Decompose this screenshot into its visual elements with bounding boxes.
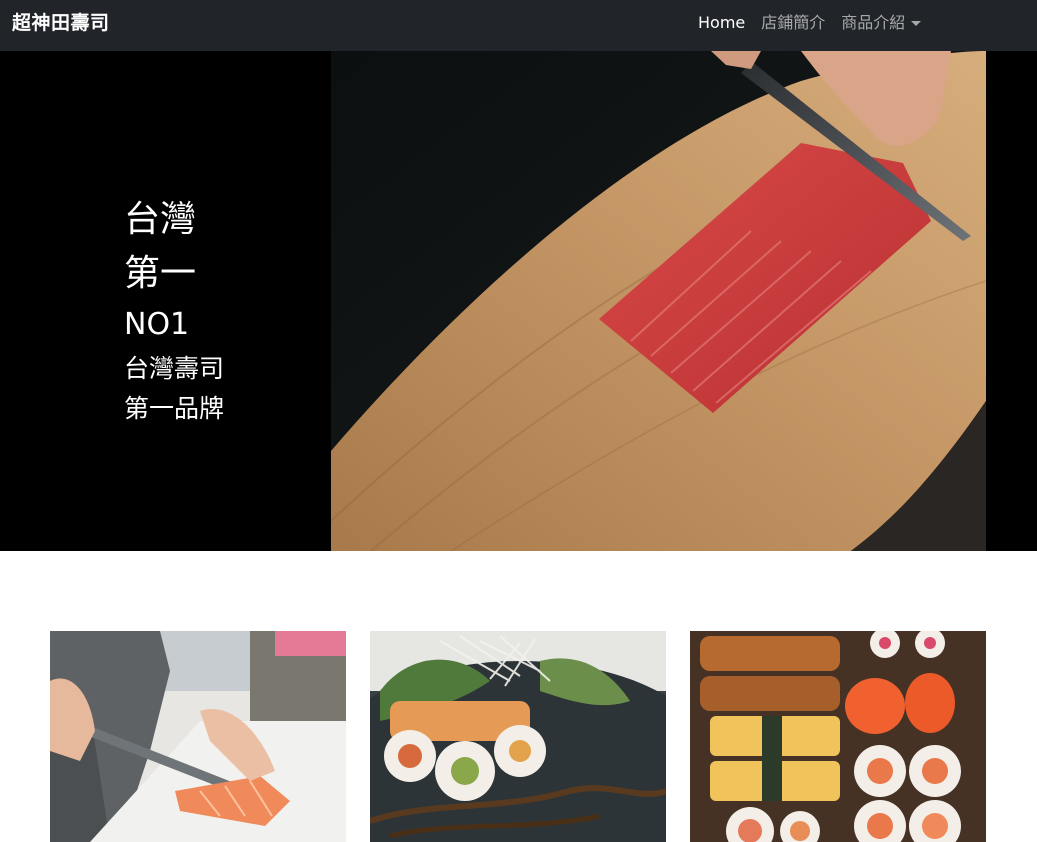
nav-links: Home 店鋪簡介 商品介紹 <box>690 12 929 34</box>
navbar: 超神田壽司 Home 店鋪簡介 商品介紹 <box>0 0 1037 51</box>
nav-dropdown-label: 商品介紹 <box>841 13 906 32</box>
salmon-slicing-image <box>50 631 346 842</box>
card-sushi-roll[interactable] <box>370 631 666 842</box>
caret-down-icon <box>911 20 922 26</box>
sushi-platter-image <box>690 631 986 842</box>
hero-line-taiwan-sushi: 台灣壽司 <box>124 354 225 383</box>
nav-dropdown-products[interactable]: 商品介紹 <box>833 12 929 34</box>
nav-link-about[interactable]: 店鋪簡介 <box>753 12 833 34</box>
hero-line-first: 第一 <box>124 253 197 294</box>
card-salmon[interactable] <box>50 631 346 842</box>
card-sushi-platter[interactable] <box>690 631 986 842</box>
hero-image <box>331 51 986 551</box>
nav-link-home[interactable]: Home <box>690 12 753 34</box>
hero-text: 台灣 第一 NO1 台灣壽司 第一品牌 <box>124 193 224 429</box>
hero-section: 台灣 第一 NO1 台灣壽司 第一品牌 <box>0 51 1037 551</box>
hero-line-no1: NO1 <box>124 307 190 342</box>
brand-link[interactable]: 超神田壽司 <box>12 11 110 35</box>
product-cards <box>50 631 986 842</box>
hero-tuna-illustration <box>331 51 986 551</box>
hero-line-taiwan: 台灣 <box>124 199 197 240</box>
sushi-roll-image <box>370 631 666 842</box>
hero-line-top-brand: 第一品牌 <box>124 394 225 423</box>
